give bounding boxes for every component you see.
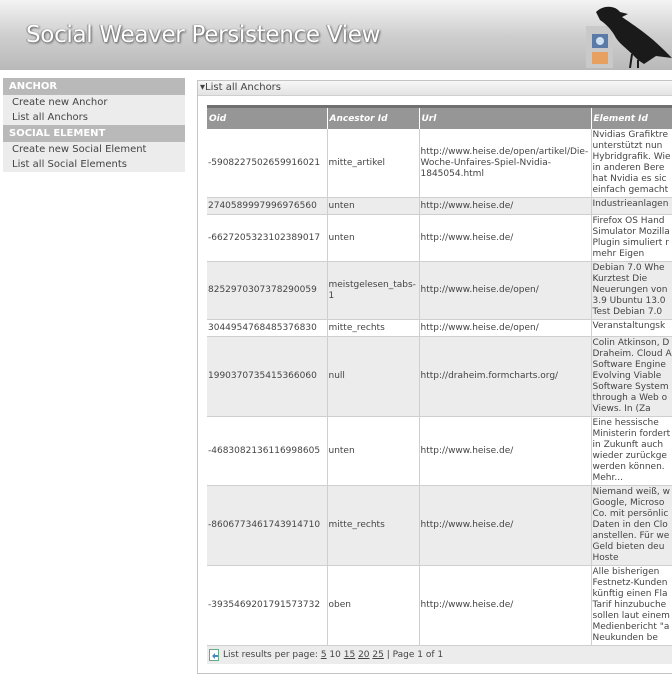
table-row[interactable]: 3044954768485376830 mitte_rechts http://ww…	[207, 319, 672, 337]
ancestor-id-cell: mitte_artikel	[327, 129, 420, 198]
url-cell: http://www.heise.de/	[419, 565, 592, 646]
url-cell: http://www.heise.de/open/	[419, 319, 592, 337]
table-row[interactable]: 8252970307378290059 meistgelesen_tabs-1 ht…	[207, 261, 672, 320]
page-size-option-25[interactable]: 25	[372, 650, 383, 660]
oid-cell: -8606773461743914710	[207, 485, 328, 566]
create-new-anchor-link[interactable]: Create new Anchor	[3, 95, 185, 110]
table-row[interactable]: -6627205323102389017 unten http://www.heis…	[207, 214, 672, 262]
app-title: Social Weaver Persistence View	[26, 22, 381, 48]
ancestor-id-cell: unten	[327, 416, 420, 486]
ancestor-id-cell: oben	[327, 565, 420, 646]
url-cell: http://draheim.formcharts.org/	[419, 336, 592, 417]
create-new-social-element-link[interactable]: Create new Social Element	[3, 142, 185, 157]
url-cell: http://www.heise.de/	[419, 485, 592, 566]
panel-toggle[interactable]: ▾List all Anchors	[198, 81, 672, 96]
table-row[interactable]: 2740589997996976560 unten http://www.heise…	[207, 197, 672, 215]
element-id-cell: Debian 7.0 Whe Kurztest Die Neuerungen v…	[591, 261, 672, 320]
element-id-cell: Eine hessische Ministerin fordert in Zuk…	[591, 416, 672, 486]
url-cell: http://www.heise.de/	[419, 197, 592, 215]
element-id-cell: Niemand weiß, w Google, Microso Co. mit …	[591, 485, 672, 566]
column-header-ancestor-id[interactable]: Ancestor Id	[327, 105, 420, 129]
list-all-anchors-link[interactable]: List all Anchors	[3, 110, 185, 125]
ancestor-id-cell: mitte_rechts	[327, 319, 420, 337]
element-id-cell: Firefox OS Hand Simulator Mozilla Plugin…	[591, 214, 672, 262]
oid-cell: -5908227502659916021	[207, 129, 328, 198]
oid-cell: -4683082136116998605	[207, 416, 328, 486]
list-anchors-panel: ▾List all Anchors Oid Ancestor Id Url El…	[197, 80, 672, 674]
url-cell: http://www.heise.de/open/artikel/Die-Woc…	[419, 129, 592, 198]
pagination-bar: List results per page: 5 10 15 20 25 | P…	[207, 645, 672, 664]
oid-cell: 3044954768485376830	[207, 319, 328, 337]
ancestor-id-cell: unten	[327, 214, 420, 262]
table-row[interactable]: -5908227502659916021 mitte_artikel http://…	[207, 129, 672, 198]
results-per-page-label: List results per page:	[223, 650, 318, 660]
list-all-social-elements-link[interactable]: List all Social Elements	[3, 157, 185, 172]
oid-cell: -3935469201791573732	[207, 565, 328, 646]
page-size-option-10[interactable]: 10	[329, 650, 340, 660]
anchors-table: Oid Ancestor Id Url Element Id -59082275…	[207, 105, 672, 646]
element-id-cell: Veranstaltungsk	[591, 319, 672, 337]
page-size-option-5[interactable]: 5	[321, 650, 327, 660]
page-size-option-20[interactable]: 20	[358, 650, 369, 660]
table-row[interactable]: 1990370735415366060 null http://draheim.fo…	[207, 336, 672, 417]
page-size-option-15[interactable]: 15	[344, 650, 355, 660]
export-icon[interactable]	[209, 648, 220, 661]
ancestor-id-cell: meistgelesen_tabs-1	[327, 261, 420, 320]
column-header-oid[interactable]: Oid	[207, 105, 328, 129]
sidebar-heading-social-element: SOCIAL ELEMENT	[3, 125, 185, 142]
raven-logo-icon	[586, 6, 672, 68]
url-cell: http://www.heise.de/	[419, 416, 592, 486]
url-cell: http://www.heise.de/open/	[419, 261, 592, 320]
table-row[interactable]: -3935469201791573732 oben http://www.heise…	[207, 565, 672, 646]
page-info: | Page 1 of 1	[386, 650, 444, 660]
table-row[interactable]: -4683082136116998605 unten http://www.heis…	[207, 416, 672, 486]
column-header-element-id[interactable]: Element Id	[591, 105, 672, 129]
panel-title: List all Anchors	[205, 82, 282, 93]
ancestor-id-cell: unten	[327, 197, 420, 215]
ancestor-id-cell: mitte_rechts	[327, 485, 420, 566]
url-cell: http://www.heise.de/	[419, 214, 592, 262]
sidebar: ANCHOR Create new Anchor List all Anchor…	[3, 78, 185, 172]
oid-cell: 2740589997996976560	[207, 197, 328, 215]
header-banner: Social Weaver Persistence View	[0, 0, 672, 70]
column-header-url[interactable]: Url	[419, 105, 592, 129]
element-id-cell: Industrieanlagen	[591, 197, 672, 215]
element-id-cell: Colin Atkinson, D Draheim. Cloud A Softw…	[591, 336, 672, 417]
sidebar-heading-anchor: ANCHOR	[3, 78, 185, 95]
oid-cell: -6627205323102389017	[207, 214, 328, 262]
element-id-cell: Nvidias Grafiktre unterstützt nun Hybrid…	[591, 129, 672, 198]
table-row[interactable]: -8606773461743914710 mitte_rechts http://w…	[207, 485, 672, 566]
oid-cell: 1990370735415366060	[207, 336, 328, 417]
ancestor-id-cell: null	[327, 336, 420, 417]
oid-cell: 8252970307378290059	[207, 261, 328, 320]
element-id-cell: Alle bisherigen Festnetz-Kunden künftig …	[591, 565, 672, 646]
